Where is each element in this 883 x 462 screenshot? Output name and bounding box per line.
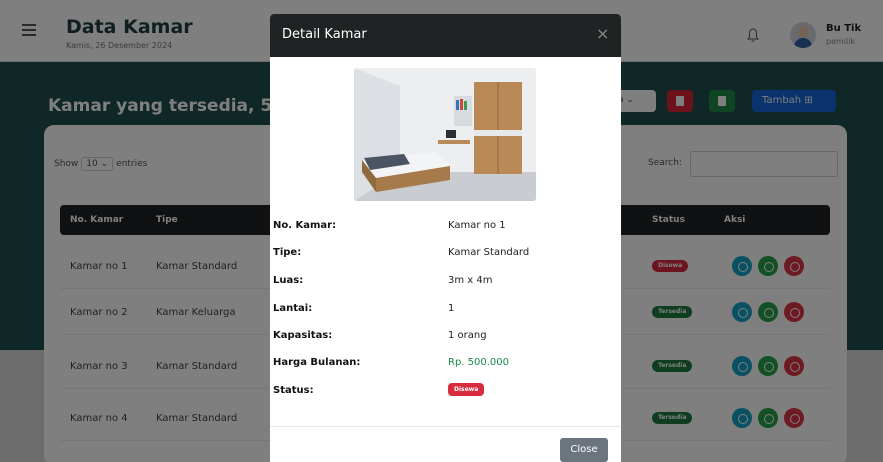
detail-label-no-kamar: No. Kamar: xyxy=(273,220,337,231)
status-badge: Disewa xyxy=(448,383,485,396)
detail-value-luas: 3m x 4m xyxy=(448,275,493,286)
detail-value-no-kamar: Kamar no 1 xyxy=(448,220,506,231)
detail-label-lantai: Lantai: xyxy=(273,303,313,314)
room-image xyxy=(354,68,536,201)
detail-value-lantai: 1 xyxy=(448,303,455,314)
close-icon[interactable]: × xyxy=(596,24,609,43)
modal-title: Detail Kamar xyxy=(282,27,367,42)
detail-value-tipe: Kamar Standard xyxy=(448,247,530,258)
detail-label-status: Status: xyxy=(273,385,314,396)
detail-value-harga: Rp. 500.000 xyxy=(448,357,510,368)
detail-modal: Detail Kamar × No. Kamar: Kamar no 1 Tip… xyxy=(270,14,621,462)
detail-value-kapasitas: 1 orang xyxy=(448,330,487,341)
modal-footer-divider xyxy=(270,426,621,427)
close-button[interactable]: Close xyxy=(560,438,608,462)
detail-label-kapasitas: Kapasitas: xyxy=(273,330,333,341)
modal-header: Detail Kamar × xyxy=(270,14,621,57)
detail-label-luas: Luas: xyxy=(273,275,304,286)
detail-label-harga: Harga Bulanan: xyxy=(273,357,361,368)
detail-label-tipe: Tipe: xyxy=(273,247,302,258)
